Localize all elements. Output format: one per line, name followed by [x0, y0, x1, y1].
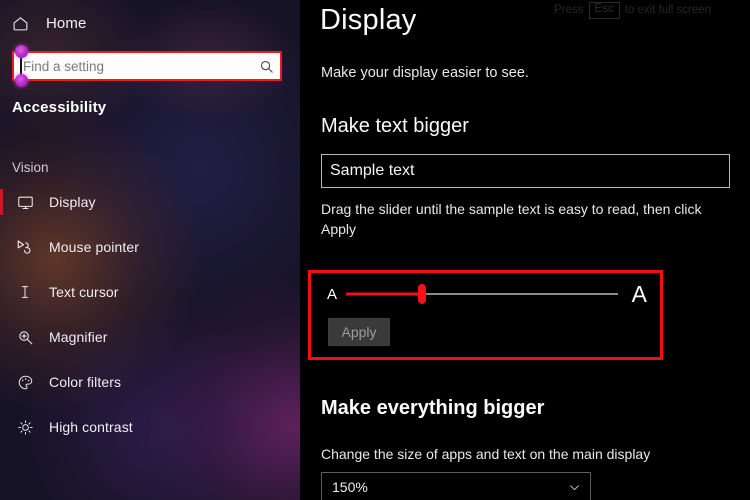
sidebar-item-magnifier[interactable]: Magnifier: [0, 321, 300, 353]
sidebar-item-high-contrast[interactable]: High contrast: [0, 411, 300, 443]
search-highlight-box: [12, 51, 282, 81]
text-caret: [20, 57, 22, 75]
slider-min-label: A: [327, 285, 338, 303]
sidebar-item-label: Mouse pointer: [49, 239, 140, 255]
sidebar-item-label: High contrast: [49, 419, 133, 435]
home-icon: [12, 15, 38, 32]
sidebar-nav-list: Display Mouse pointer Text cursor Magnif…: [0, 186, 300, 443]
slider-track[interactable]: [346, 283, 618, 305]
make-text-bigger-heading: Make text bigger: [321, 115, 469, 137]
text-size-slider[interactable]: A A: [327, 280, 647, 308]
sidebar-item-text-cursor[interactable]: Text cursor: [0, 276, 300, 308]
color-palette-icon: [12, 374, 38, 391]
chevron-down-icon[interactable]: [568, 481, 581, 494]
sidebar-item-color-filters[interactable]: Color filters: [0, 366, 300, 398]
home-label: Home: [46, 14, 87, 32]
esc-hint-prefix: Press: [554, 4, 584, 17]
text-cursor-icon: [12, 284, 38, 300]
magnifier-icon: [12, 329, 38, 346]
slider-instruction: Drag the slider until the sample text is…: [321, 201, 702, 237]
slider-max-label: A: [631, 280, 647, 307]
search-field-container[interactable]: [12, 45, 282, 87]
nav-group-label: Vision: [12, 160, 49, 175]
sidebar-item-label: Display: [49, 194, 96, 210]
scale-description: Change the size of apps and text on the …: [321, 446, 651, 462]
brightness-icon: [12, 419, 38, 436]
scale-dropdown-value: 150%: [332, 479, 368, 495]
content-page-subtitle: Make your display easier to see.: [321, 65, 529, 81]
monitor-icon: [12, 194, 38, 211]
settings-window: Home Accessibility Vision: [0, 0, 750, 500]
home-nav-item[interactable]: Home: [0, 6, 300, 40]
sidebar-item-label: Magnifier: [49, 329, 108, 345]
esc-key-badge: Esc: [588, 2, 620, 19]
slider-thumb[interactable]: [418, 284, 427, 304]
sidebar-item-display[interactable]: Display: [0, 186, 300, 218]
mouse-pointer-icon: [12, 238, 38, 256]
esc-hint-suffix: to exit full screen: [624, 4, 711, 17]
make-everything-bigger-heading: Make everything bigger: [321, 397, 545, 419]
sidebar-item-label: Text cursor: [49, 284, 119, 300]
fullscreen-exit-hint: Press Esc to exit full screen: [554, 2, 711, 19]
scale-dropdown[interactable]: 150%: [321, 472, 591, 500]
text-selection-handle-top[interactable]: [15, 45, 28, 58]
sample-text-preview: Sample text: [321, 154, 730, 188]
text-selection-handle-bottom[interactable]: [15, 74, 28, 87]
slider-track-fill: [346, 292, 423, 296]
page-title: Accessibility: [12, 99, 107, 116]
sidebar-item-mouse-pointer[interactable]: Mouse pointer: [0, 231, 300, 263]
sidebar: Home Accessibility Vision: [0, 0, 300, 500]
main-content: Press Esc to exit full screen Display Ma…: [300, 0, 750, 500]
apply-button[interactable]: Apply: [328, 318, 390, 346]
sidebar-item-label: Color filters: [49, 374, 122, 390]
sample-text-label: Sample text: [330, 162, 415, 179]
selection-indicator: [0, 189, 3, 215]
